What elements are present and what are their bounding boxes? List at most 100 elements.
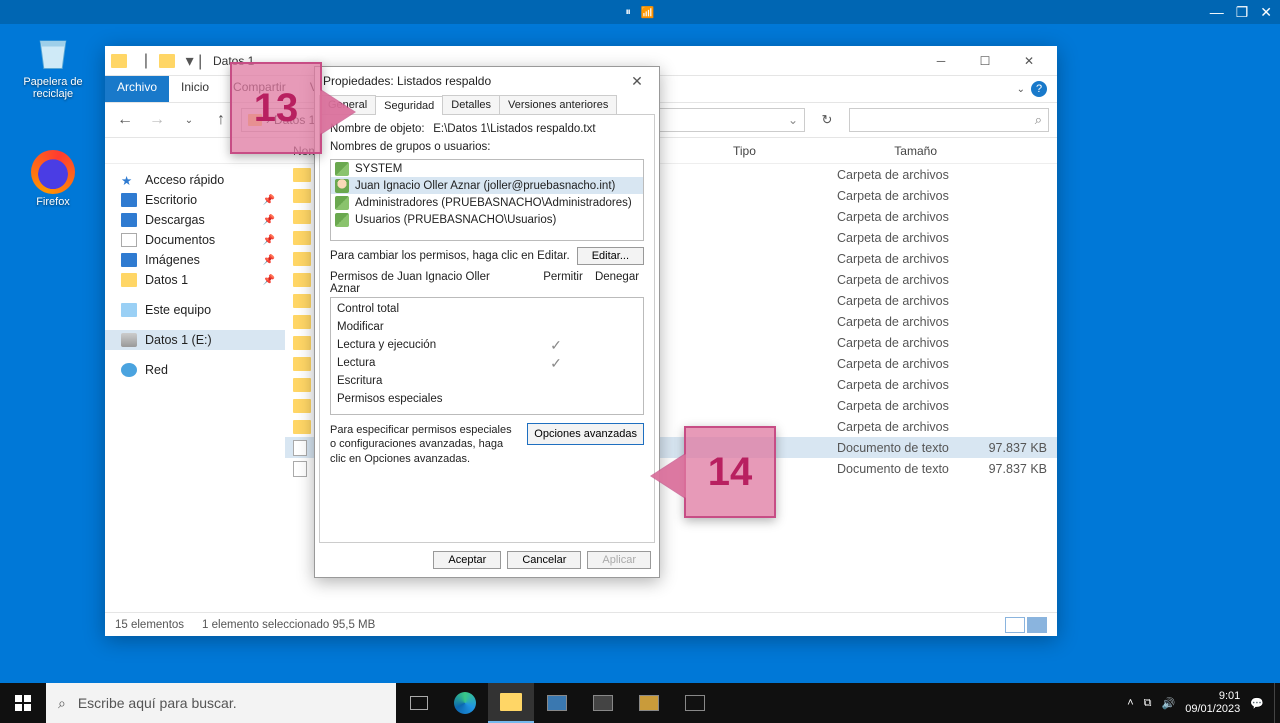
cancel-button[interactable]: Cancelar (507, 551, 581, 569)
taskbar-edge[interactable] (442, 683, 488, 723)
maximize-button[interactable]: ☐ (963, 46, 1007, 76)
ribbon-tab-archivo[interactable]: Archivo (105, 76, 169, 102)
taskbar-search[interactable]: ⌕ Escribe aquí para buscar. (46, 683, 396, 723)
firefox-label: Firefox (18, 196, 88, 208)
col-header-type[interactable]: Tipo (725, 144, 855, 158)
taskbar-app-3[interactable] (626, 683, 672, 723)
vm-maximize[interactable]: ❐ (1236, 4, 1249, 21)
network-icon (121, 363, 137, 377)
start-button[interactable] (0, 683, 46, 723)
tray-volume-icon[interactable]: 🔊 (1162, 697, 1176, 710)
sidebar-network[interactable]: Red (105, 360, 285, 380)
accept-button[interactable]: Aceptar (433, 551, 501, 569)
user-admins[interactable]: Administradores (PRUEBASNACHO\Administra… (331, 194, 643, 211)
qat-dropdown-icon[interactable]: ▾ | (181, 51, 207, 71)
sidebar-quick-access[interactable]: ★Acceso rápido (105, 170, 285, 190)
check-icon: ✓ (529, 355, 583, 372)
sidebar-downloads[interactable]: Descargas📌 (105, 210, 285, 230)
user-joller[interactable]: Juan Ignacio Oller Aznar (joller@pruebas… (331, 177, 643, 194)
folder-icon (293, 273, 311, 287)
properties-dialog: Propiedades: Listados respaldo ✕ General… (314, 66, 660, 578)
annotation-callout-13: 13 (230, 62, 322, 154)
sidebar-drive-e[interactable]: Datos 1 (E:) (105, 330, 285, 350)
folder-icon (293, 420, 311, 434)
tray-icon[interactable]: ⧉ (1144, 697, 1152, 710)
edge-icon (454, 692, 476, 714)
user-system[interactable]: SYSTEM (331, 160, 643, 177)
textfile-icon (293, 440, 307, 456)
sidebar-desktop[interactable]: Escritorio📌 (105, 190, 285, 210)
app-icon (593, 695, 613, 711)
notification-icon[interactable]: 💬 (1250, 697, 1264, 710)
show-desktop-button[interactable] (1274, 683, 1280, 723)
sidebar-documents[interactable]: Documentos📌 (105, 230, 285, 250)
explorer-sidebar: ★Acceso rápido Escritorio📌 Descargas📌 Do… (105, 164, 285, 612)
vm-close[interactable]: ✕ (1260, 4, 1272, 21)
user-group-list[interactable]: SYSTEM Juan Ignacio Oller Aznar (joller@… (330, 159, 644, 241)
perm-row-read: Lectura✓ (337, 354, 637, 372)
sidebar-pictures[interactable]: Imágenes📌 (105, 250, 285, 270)
vm-minimize[interactable]: — (1210, 4, 1224, 21)
nav-recent-icon[interactable]: ⌄ (177, 115, 201, 126)
tray-expand-icon[interactable]: ˄ (1127, 697, 1133, 709)
taskbar-app-2[interactable] (580, 683, 626, 723)
ribbon-tab-inicio[interactable]: Inicio (169, 76, 221, 102)
nav-back[interactable]: ← (113, 111, 137, 129)
permissions-list: Control total Modificar Lectura y ejecuc… (330, 297, 644, 415)
help-icon[interactable]: ? (1031, 81, 1047, 97)
taskbar: ⌕ Escribe aquí para buscar. ˄ ⧉ 🔊 9:01 0… (0, 683, 1280, 723)
pc-icon (121, 303, 137, 317)
dropdown-icon[interactable]: ⌄ (788, 113, 798, 127)
close-button[interactable]: ✕ (1007, 46, 1051, 76)
folder-icon (159, 54, 175, 68)
vm-signal-icon[interactable]: 📶 (641, 6, 655, 19)
status-count: 15 elementos (115, 619, 184, 631)
user-usuarios[interactable]: Usuarios (PRUEBASNACHO\Usuarios) (331, 211, 643, 228)
callout-number: 14 (708, 450, 753, 495)
col-header-size[interactable]: Tamaño (855, 144, 945, 158)
terminal-icon (685, 695, 705, 711)
drive-icon (121, 333, 137, 347)
view-details-button[interactable] (1005, 617, 1025, 633)
advanced-options-button[interactable]: Opciones avanzadas (527, 423, 644, 445)
recycle-bin-icon[interactable]: Papelera de reciclaje (18, 30, 88, 100)
dialog-titlebar[interactable]: Propiedades: Listados respaldo ✕ (315, 67, 659, 95)
system-tray: ˄ ⧉ 🔊 9:01 09/01/2023 💬 (1117, 690, 1274, 716)
sidebar-datos1[interactable]: Datos 1📌 (105, 270, 285, 290)
check-icon: ✓ (529, 337, 583, 354)
pictures-icon (121, 253, 137, 267)
perm-deny-header: Denegar (590, 271, 644, 295)
pin-icon: 📌 (263, 235, 275, 246)
refresh-button[interactable]: ↻ (813, 112, 841, 128)
sidebar-this-pc[interactable]: Este equipo (105, 300, 285, 320)
vm-pause-icon[interactable]: ⏸ (625, 6, 631, 19)
firefox-icon[interactable]: Firefox (18, 150, 88, 208)
document-icon (121, 233, 137, 247)
dialog-close-button[interactable]: ✕ (623, 73, 651, 90)
perm-row-modify: Modificar (337, 318, 637, 336)
edit-button[interactable]: Editar... (577, 247, 644, 265)
group-icon (335, 196, 349, 210)
clock-date: 09/01/2023 (1185, 703, 1240, 716)
tab-seguridad[interactable]: Seguridad (375, 96, 443, 115)
ribbon-expand-icon[interactable]: ⌄ (1017, 84, 1025, 95)
taskbar-cmd[interactable] (672, 683, 718, 723)
apply-button[interactable]: Aplicar (587, 551, 651, 569)
tab-versiones[interactable]: Versiones anteriores (499, 95, 617, 114)
tab-page-seguridad: Nombre de objeto: E:\Datos 1\Listados re… (319, 114, 655, 543)
perm-header-1: Permisos de Juan Ignacio Oller (330, 271, 536, 283)
folder-icon (293, 378, 311, 392)
taskbar-clock[interactable]: 9:01 09/01/2023 (1185, 690, 1240, 716)
taskbar-app-1[interactable] (534, 683, 580, 723)
search-box[interactable]: ⌕ (849, 108, 1049, 132)
minimize-button[interactable]: ─ (919, 46, 963, 76)
status-bar: 15 elementos 1 elemento seleccionado 95,… (105, 612, 1057, 636)
view-icons-button[interactable] (1027, 617, 1047, 633)
folder-icon (293, 231, 311, 245)
folder-icon (293, 357, 311, 371)
taskbar-explorer[interactable] (488, 683, 534, 723)
object-name-value: E:\Datos 1\Listados respaldo.txt (433, 123, 595, 135)
nav-forward[interactable]: → (145, 111, 169, 129)
tab-detalles[interactable]: Detalles (442, 95, 500, 114)
task-view-button[interactable] (396, 683, 442, 723)
